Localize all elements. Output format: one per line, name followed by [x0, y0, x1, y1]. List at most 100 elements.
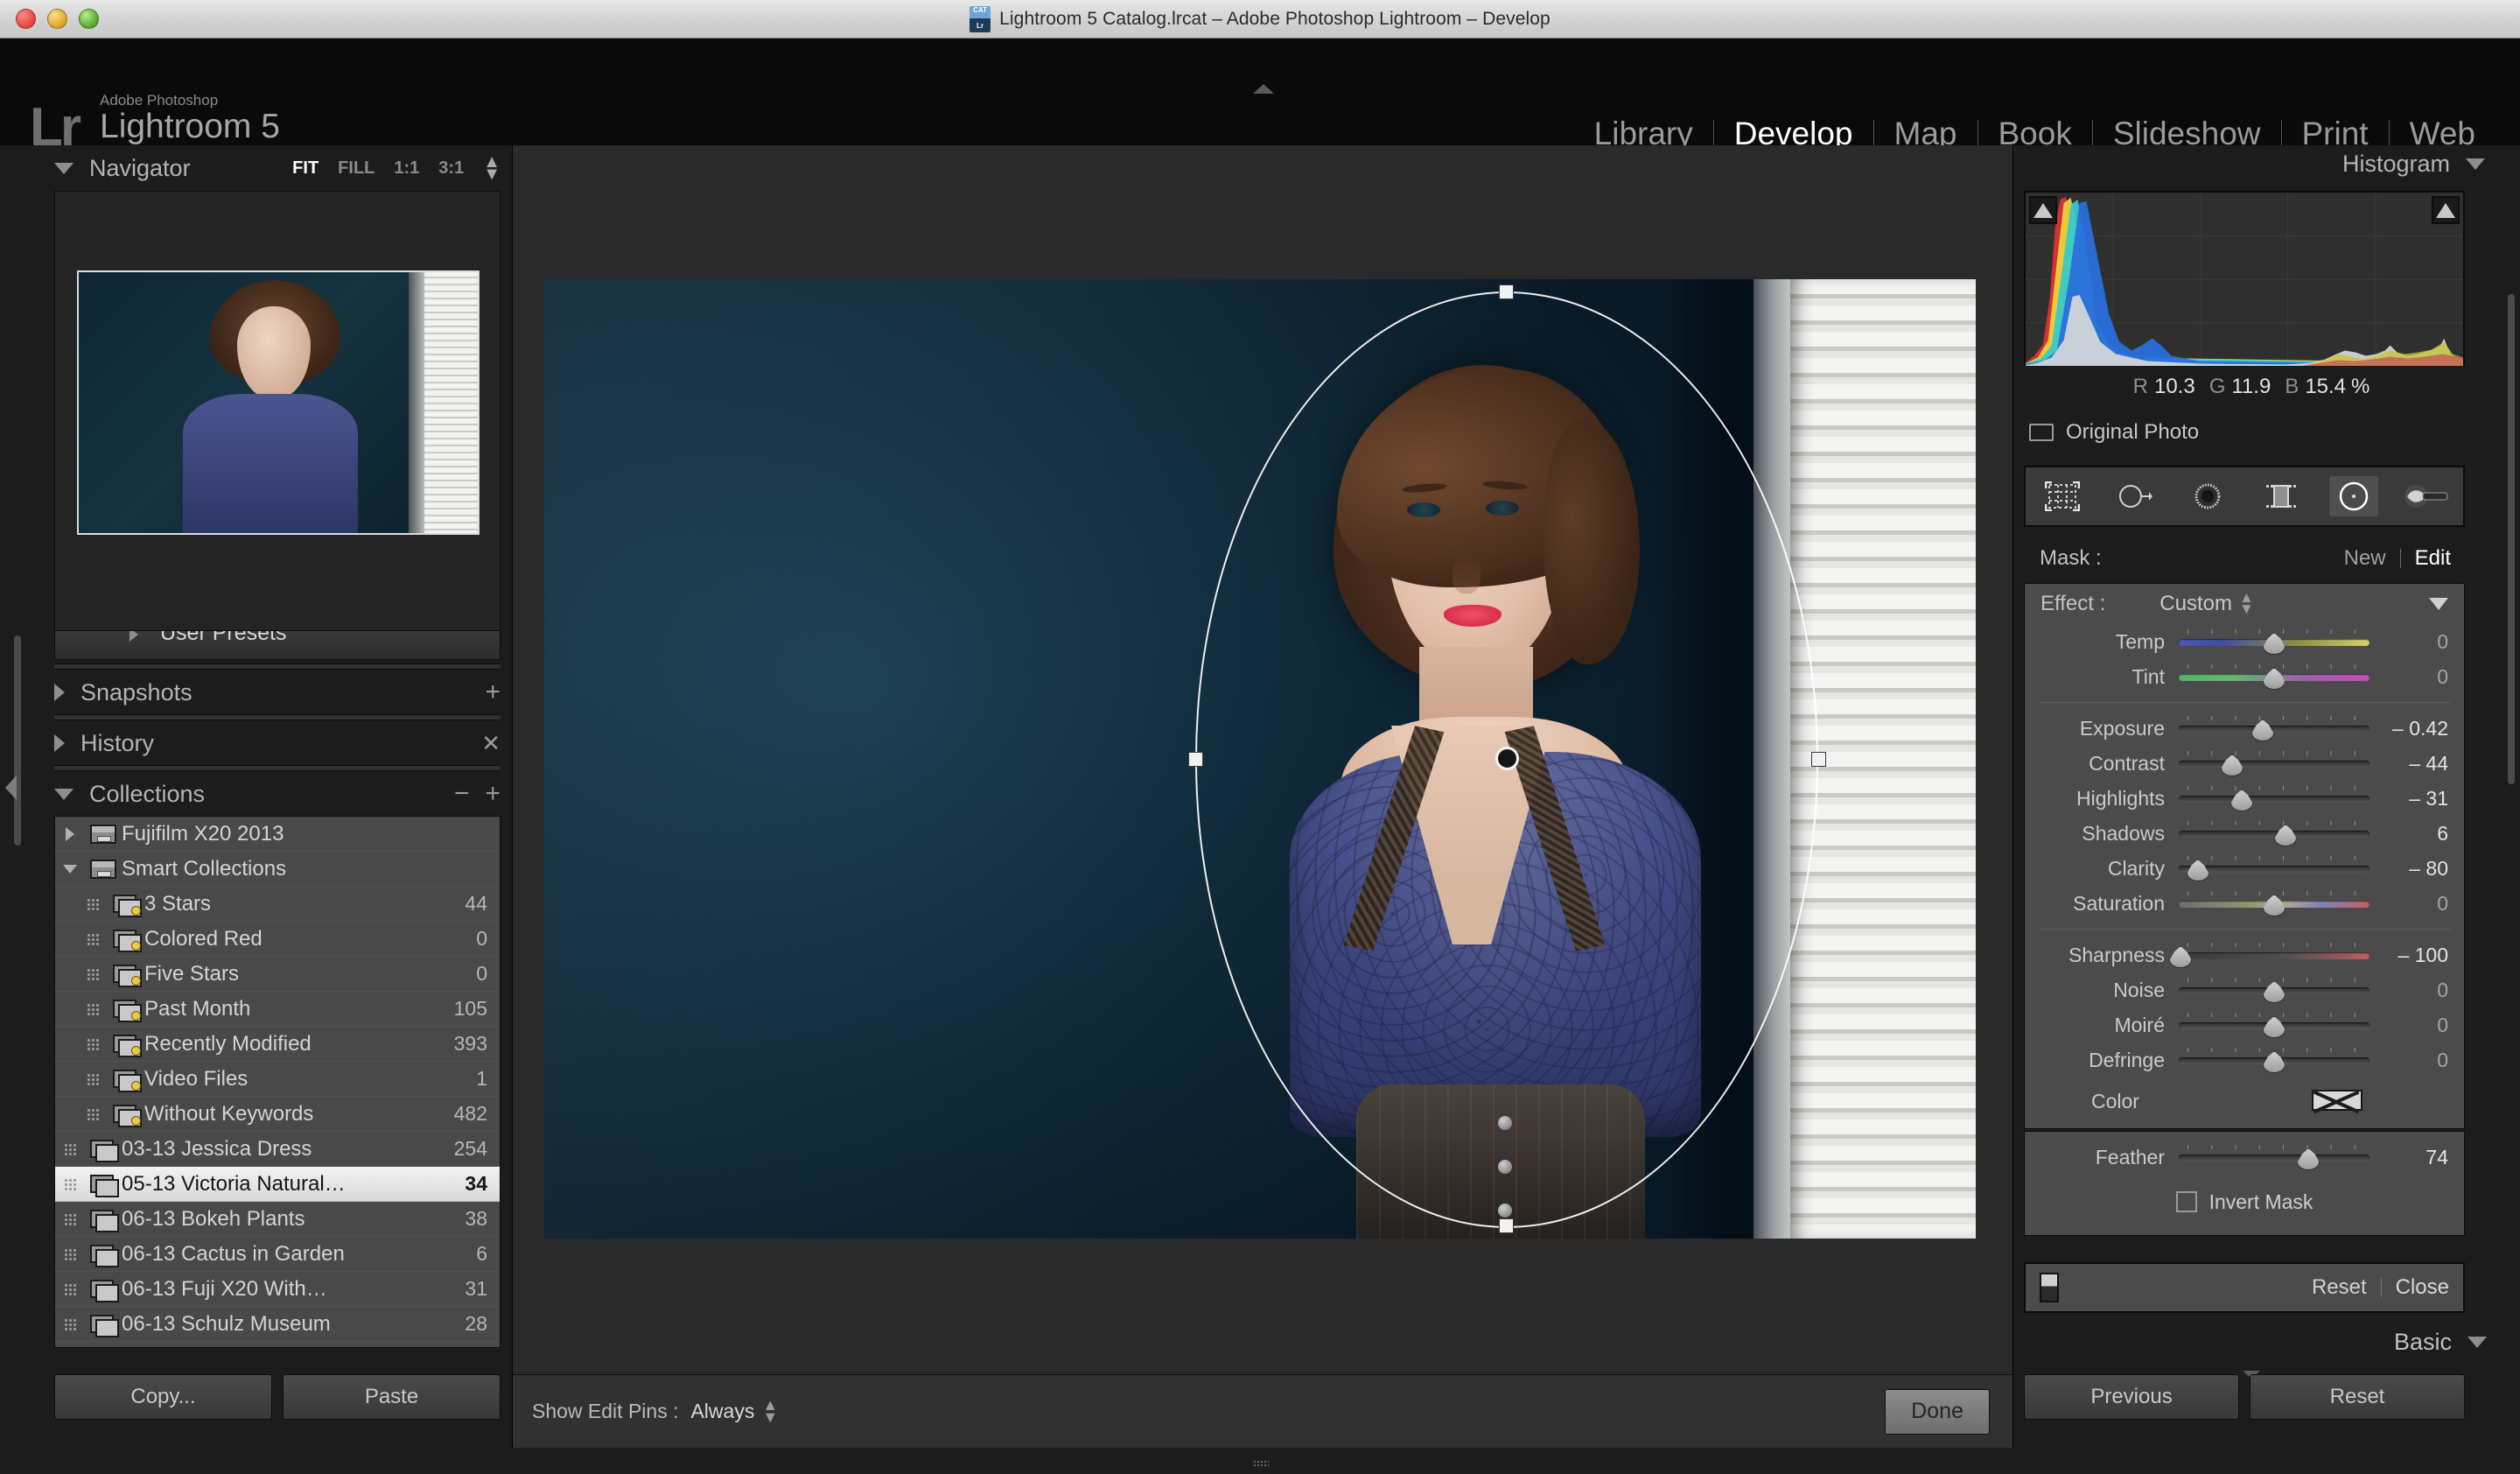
hide-left-panel-arrow[interactable]: [5, 776, 17, 800]
slider-track-container[interactable]: [2179, 856, 2370, 881]
show-edit-pins-value[interactable]: Always: [690, 1400, 754, 1423]
slider-track-container[interactable]: [2179, 1145, 2370, 1170]
slider-track-container[interactable]: [2179, 978, 2370, 1003]
slider-temp[interactable]: Temp 0: [2025, 624, 2464, 659]
slider-saturation[interactable]: Saturation 0: [2025, 886, 2464, 921]
done-button[interactable]: Done: [1885, 1388, 1990, 1435]
collection-row[interactable]: 3 Stars 44: [55, 887, 500, 922]
reset-tool-button[interactable]: Reset: [2312, 1275, 2367, 1300]
reset-button[interactable]: Reset: [2250, 1374, 2465, 1420]
histogram-chart[interactable]: [2024, 191, 2465, 367]
basic-disclosure-icon[interactable]: [2468, 1337, 2487, 1348]
radial-handle-right[interactable]: [1811, 752, 1826, 767]
collection-disclosure[interactable]: [78, 1107, 108, 1120]
collection-disclosure[interactable]: [78, 897, 108, 910]
slider-value[interactable]: 0: [2370, 1049, 2464, 1072]
slider-track[interactable]: [2179, 1155, 2370, 1162]
slider-defringe[interactable]: Defringe 0: [2025, 1042, 2464, 1077]
original-photo-row[interactable]: Original Photo: [2029, 420, 2199, 445]
slider-value[interactable]: 0: [2370, 665, 2464, 689]
close-tool-button[interactable]: Close: [2396, 1275, 2449, 1300]
invert-mask-row[interactable]: Invert Mask: [2025, 1183, 2464, 1221]
slider-value[interactable]: 0: [2370, 979, 2464, 1002]
identity-plate[interactable]: Lr Adobe Photoshop Lightroom 5: [30, 92, 280, 155]
navigator-preview[interactable]: [54, 191, 500, 637]
collections-disclosure-icon[interactable]: [54, 788, 74, 800]
no-color-swatch-icon[interactable]: [2312, 1090, 2362, 1111]
effect-preset-stepper-icon[interactable]: ▲ ▼: [2239, 590, 2254, 615]
slider-value[interactable]: – 0.42: [2370, 717, 2464, 741]
navigator-disclosure-icon[interactable]: [54, 162, 74, 174]
slider-track-container[interactable]: [2179, 751, 2370, 776]
effect-preset-row[interactable]: Effect : Custom ▲ ▼: [2025, 584, 2464, 624]
color-row[interactable]: Color: [2025, 1077, 2464, 1125]
collection-disclosure[interactable]: [55, 1177, 85, 1190]
filmstrip-grip-icon[interactable]: [1253, 1460, 1269, 1467]
top-panel-collapse-arrow[interactable]: [1253, 84, 1274, 94]
collection-row[interactable]: Five Stars 0: [55, 957, 500, 992]
previous-button[interactable]: Previous: [2024, 1374, 2239, 1420]
collection-row[interactable]: 06-13 Cactus in Garden 6: [55, 1237, 500, 1272]
slider-value[interactable]: – 100: [2370, 944, 2464, 967]
show-edit-pins-stepper-icon[interactable]: ▲ ▼: [762, 1397, 778, 1425]
add-collection-icon[interactable]: +: [485, 781, 500, 807]
slider-track[interactable]: [2179, 952, 2370, 959]
radial-handle-left[interactable]: [1188, 752, 1203, 767]
preset-list-strip[interactable]: User Presets: [54, 630, 500, 660]
collection-disclosure[interactable]: [78, 1002, 108, 1015]
left-panel-scrollbar[interactable]: [14, 635, 21, 846]
collection-row[interactable]: Fujifilm X20 2013: [55, 817, 500, 852]
collection-disclosure[interactable]: [78, 1037, 108, 1050]
histogram-header[interactable]: Histogram: [2342, 151, 2485, 178]
crop-overlay-icon[interactable]: [2038, 476, 2087, 516]
collection-row[interactable]: 06-13 Fuji X20 With… 31: [55, 1272, 500, 1307]
slider-value[interactable]: – 44: [2370, 752, 2464, 776]
slider-highlights[interactable]: Highlights – 31: [2025, 781, 2464, 816]
slider-value[interactable]: – 80: [2370, 857, 2464, 881]
slider-track[interactable]: [2179, 761, 2370, 768]
invert-mask-checkbox[interactable]: [2175, 1191, 2197, 1212]
slider-value[interactable]: 0: [2370, 1014, 2464, 1037]
collection-row[interactable]: 03-13 Jessica Dress 254: [55, 1132, 500, 1167]
slider-track-container[interactable]: [2179, 1013, 2370, 1038]
collection-row[interactable]: 05-13 Victoria Natural… 34: [55, 1167, 500, 1202]
slider-exposure[interactable]: Exposure – 0.42: [2025, 711, 2464, 746]
slider-track[interactable]: [2179, 796, 2370, 803]
right-panel-scrollbar[interactable]: [2508, 294, 2515, 784]
collections-header[interactable]: Collections − +: [54, 772, 500, 816]
slider-value[interactable]: 74: [2370, 1146, 2464, 1169]
collection-row[interactable]: Recently Modified 393: [55, 1027, 500, 1062]
history-disclosure-icon[interactable]: [54, 734, 65, 752]
slider-value[interactable]: 6: [2370, 822, 2464, 846]
slider-track-container[interactable]: [2179, 1048, 2370, 1073]
clear-history-icon[interactable]: ✕: [481, 732, 500, 755]
add-snapshot-icon[interactable]: +: [485, 679, 500, 705]
histogram-disclosure-icon[interactable]: [2466, 158, 2485, 170]
navigator-header[interactable]: Navigator FIT FILL 1:1 3:1 ▲ ▼: [54, 149, 500, 187]
slider-track-container[interactable]: [2179, 821, 2370, 846]
slider-shadows[interactable]: Shadows 6: [2025, 816, 2464, 851]
photo-viewer[interactable]: [544, 279, 1976, 1239]
mask-new-button[interactable]: New: [2344, 546, 2386, 571]
red-eye-correction-icon[interactable]: [2183, 476, 2232, 516]
slider-value[interactable]: 0: [2370, 630, 2464, 654]
spot-removal-icon[interactable]: [2110, 476, 2160, 516]
radial-handle-bottom[interactable]: [1499, 1218, 1514, 1233]
slider-track-container[interactable]: [2179, 716, 2370, 741]
snapshots-disclosure-icon[interactable]: [54, 684, 65, 701]
toggle-switch-icon[interactable]: [2040, 1273, 2059, 1302]
collection-disclosure[interactable]: [55, 864, 85, 874]
graduated-filter-icon[interactable]: [2257, 476, 2306, 516]
collection-row[interactable]: Past Month 105: [55, 992, 500, 1027]
highlight-clipping-indicator[interactable]: [2432, 196, 2460, 224]
slider-track[interactable]: [2179, 831, 2370, 838]
slider-clarity[interactable]: Clarity – 80: [2025, 851, 2464, 886]
collection-row[interactable]: Video Files 1: [55, 1062, 500, 1097]
adjustment-brush-icon[interactable]: [2402, 476, 2451, 516]
slider-track-container[interactable]: [2179, 786, 2370, 811]
slider-feather[interactable]: Feather 74: [2025, 1132, 2464, 1183]
mask-edit-button[interactable]: Edit: [2415, 546, 2451, 571]
collection-row[interactable]: Smart Collections: [55, 852, 500, 887]
slider-tint[interactable]: Tint 0: [2025, 659, 2464, 694]
collection-row[interactable]: 06-13 Schulz Museum 28: [55, 1307, 500, 1342]
